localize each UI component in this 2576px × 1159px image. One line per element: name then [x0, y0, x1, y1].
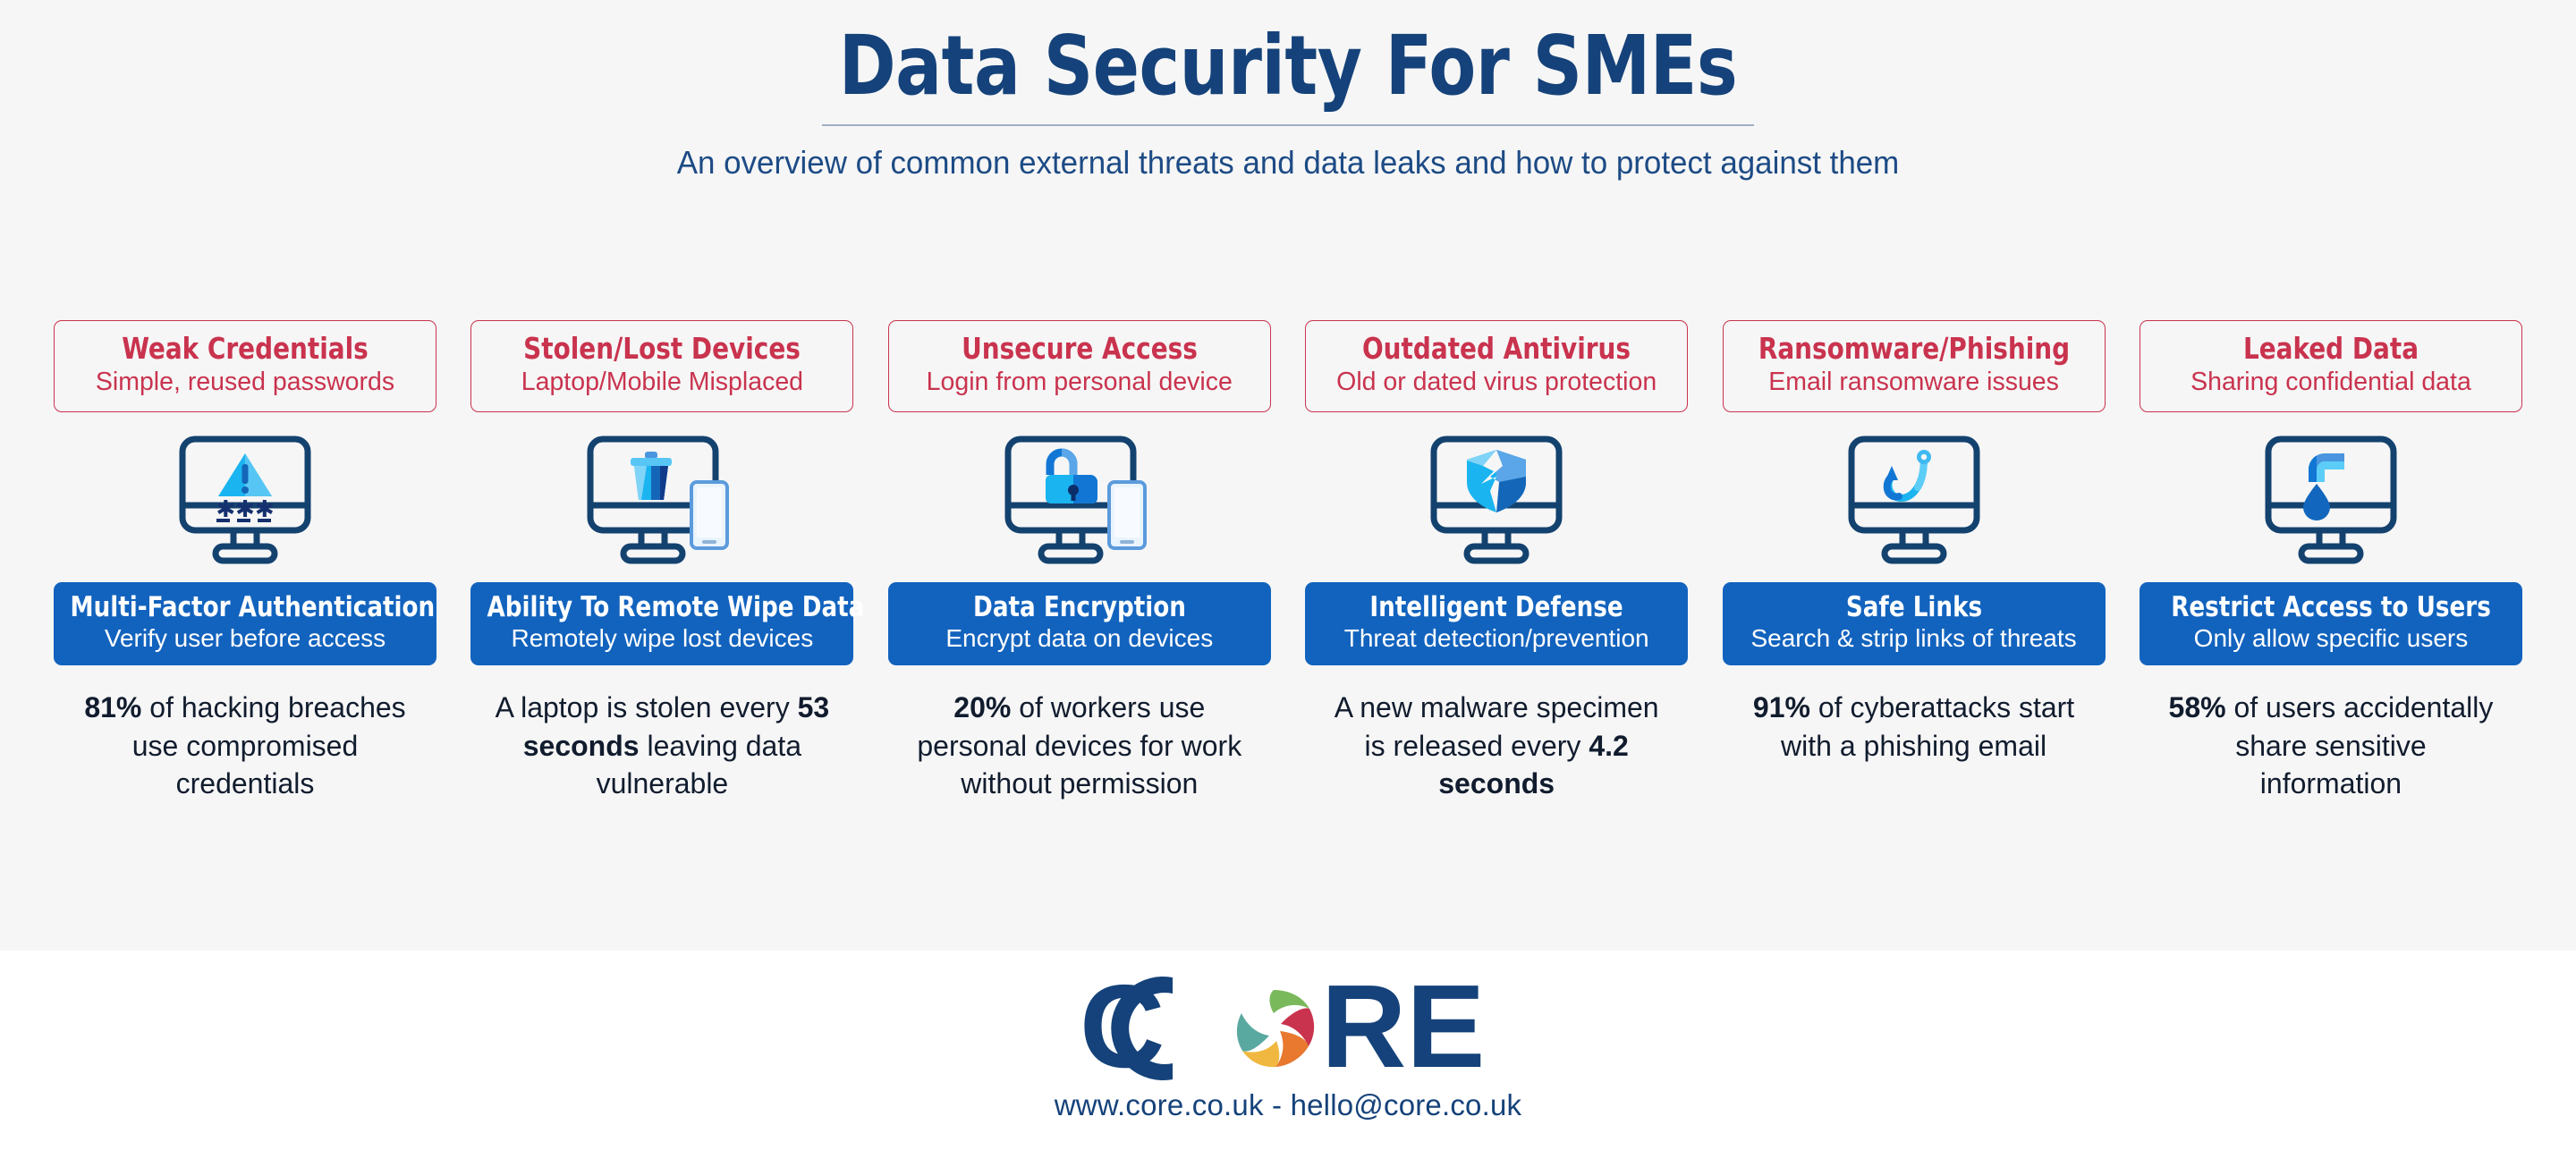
monitor-leaking-pipe-icon [2246, 432, 2416, 566]
threat-title: Outdated Antivirus [1362, 331, 1631, 366]
threat-title: Weak Credentials [122, 331, 369, 366]
threat-card: Outdated Antivirus Old or dated virus pr… [1305, 320, 1689, 802]
solution-title: Ability To Remote Wipe Data [487, 591, 865, 624]
monitor-fishing-hook-icon [1829, 432, 1999, 566]
monitor-warning-password-icon: ✱✱✱ [160, 432, 330, 566]
threat-title: Leaked Data [2242, 331, 2419, 366]
poster-footer: C RE www.core.co.uk - hello@core.co.uk [0, 951, 2576, 1159]
monitor-cracked-shield-icon [1411, 432, 1581, 566]
solution-subtitle: Search & strip links of threats [1750, 624, 2077, 653]
threat-subtitle: Simple, reused passwords [95, 368, 395, 397]
threat-card: Unsecure Access Login from personal devi… [887, 320, 1271, 802]
solution-box: Restrict Access to Users Only allow spec… [2139, 582, 2522, 666]
threat-card: Weak Credentials Simple, reused password… [54, 320, 436, 802]
threat-header-box: Ransomware/Phishing Email ransomware iss… [1722, 320, 2106, 413]
monitor-open-padlock-phone-icon [995, 432, 1165, 566]
threat-title: Ransomware/Phishing [1758, 331, 2070, 366]
page-title: Data Security For SMEs [838, 18, 1738, 114]
solution-subtitle: Verify user before access [104, 624, 386, 653]
monitor-trash-phone-icon [577, 432, 747, 566]
threat-header-box: Outdated Antivirus Old or dated virus pr… [1305, 320, 1689, 413]
threat-header-box: Leaked Data Sharing confidential data [2139, 320, 2522, 413]
stat-text: 91% of cyberattacks start with a phishin… [1752, 691, 2075, 762]
threat-title: Stolen/Lost Devices [523, 331, 801, 366]
solution-title: Safe Links [1845, 591, 1982, 624]
threat-card-grid: Weak Credentials Simple, reused password… [54, 320, 2522, 802]
footer-contact: www.core.co.uk - hello@core.co.uk [1054, 1088, 1522, 1121]
solution-box: Intelligent Defense Threat detection/pre… [1305, 582, 1689, 666]
solution-box: Safe Links Search & strip links of threa… [1722, 582, 2106, 666]
svg-text:C: C [1080, 974, 1165, 1083]
solution-title: Intelligent Defense [1369, 591, 1623, 624]
stat-text: 20% of workers use personal devices for … [917, 691, 1242, 799]
solution-subtitle: Threat detection/prevention [1343, 624, 1649, 653]
svg-text:RE: RE [1321, 974, 1485, 1083]
solution-box: Multi-Factor Authentication Verify user … [54, 582, 436, 666]
solution-box: Data Encryption Encrypt data on devices [887, 582, 1271, 666]
threat-header-box: Stolen/Lost Devices Laptop/Mobile Mispla… [470, 320, 854, 413]
threat-title: Unsecure Access [961, 331, 1198, 366]
threat-subtitle: Email ransomware issues [1768, 368, 2059, 397]
threat-card: Leaked Data Sharing confidential data Re… [2139, 320, 2522, 802]
stat-text: A new malware specimen is released every… [1334, 691, 1659, 799]
threat-card: Stolen/Lost Devices Laptop/Mobile Mispla… [470, 320, 865, 802]
stat-text: 58% of users accidentally share sensitiv… [2168, 691, 2494, 799]
poster-header: Data Security For SMEs An overview of co… [0, 0, 2576, 182]
threat-subtitle: Laptop/Mobile Misplaced [521, 368, 804, 397]
solution-subtitle: Encrypt data on devices [945, 624, 1214, 653]
solution-subtitle: Only allow specific users [2193, 624, 2469, 653]
solution-box: Ability To Remote Wipe Data Remotely wip… [470, 582, 865, 666]
infographic-poster: Data Security For SMEs An overview of co… [0, 0, 2576, 1159]
solution-title: Multi-Factor Authentication [70, 591, 436, 624]
threat-header-box: Weak Credentials Simple, reused password… [54, 320, 436, 413]
solution-title: Restrict Access to Users [2171, 591, 2491, 624]
stat-text: A laptop is stolen every 53 seconds leav… [495, 691, 830, 799]
solution-title: Data Encryption [972, 591, 1186, 624]
page-subtitle: An overview of common external threats a… [676, 143, 1900, 181]
threat-header-box: Unsecure Access Login from personal devi… [887, 320, 1271, 413]
threat-subtitle: Sharing confidential data [2190, 368, 2471, 397]
threat-subtitle: Login from personal device [926, 368, 1233, 397]
solution-subtitle: Remotely wipe lost devices [511, 624, 814, 653]
threat-card: Ransomware/Phishing Email ransomware iss… [1722, 320, 2106, 765]
stat-text: 81% of hacking breaches use compromised … [84, 691, 406, 799]
threat-subtitle: Old or dated virus protection [1336, 368, 1657, 397]
core-logo: C RE [1078, 974, 1498, 1083]
